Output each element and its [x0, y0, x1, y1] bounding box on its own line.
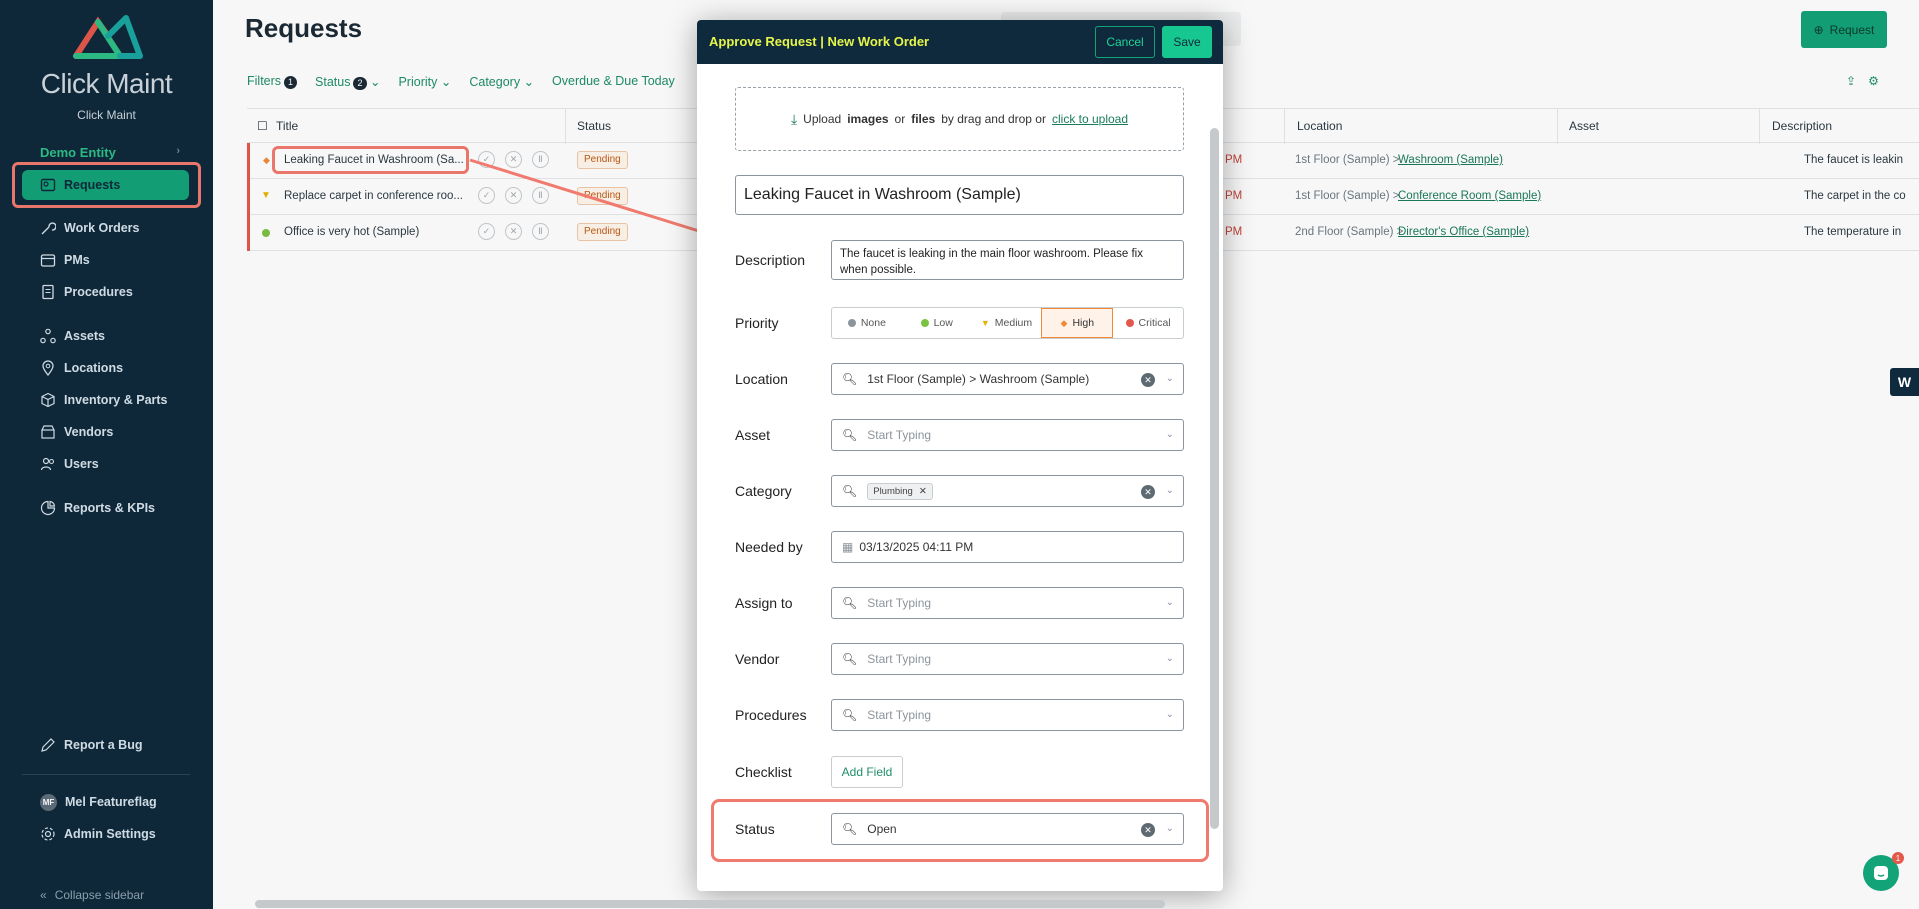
search-icon: 🔍︎ — [842, 484, 858, 498]
category-select[interactable]: 🔍︎ Plumbing ✕ ✕ ⌄ — [831, 475, 1184, 507]
horizontal-scrollbar[interactable] — [255, 900, 1165, 908]
chevron-down-icon: ⌄ — [1165, 653, 1174, 664]
search-icon: 🔍︎ — [842, 652, 858, 666]
asset-label: Asset — [735, 427, 771, 443]
priority-label: Priority — [735, 315, 779, 331]
modal-header: Approve Request | New Work Order Cancel … — [697, 20, 1223, 64]
priority-option-label: Critical — [1138, 317, 1171, 329]
priority-option-label: Low — [933, 317, 953, 329]
assign-to-select[interactable]: 🔍︎ Start Typing ⌄ — [831, 587, 1184, 619]
priority-low[interactable]: Low — [902, 308, 972, 338]
chat-icon — [1874, 866, 1888, 880]
priority-none[interactable]: None — [832, 308, 902, 338]
priority-triangle-icon: ▼ — [980, 318, 990, 328]
priority-dot — [920, 319, 929, 327]
chevron-down-icon: ⌄ — [1165, 485, 1174, 496]
search-icon: 🔍︎ — [842, 596, 858, 610]
needed-by-value: 03/13/2025 04:11 PM — [859, 540, 974, 554]
click-to-upload-link[interactable]: click to upload — [1052, 112, 1128, 126]
vendor-label: Vendor — [735, 651, 780, 667]
priority-critical[interactable]: Critical — [1113, 308, 1183, 338]
location-label: Location — [735, 371, 788, 387]
chevron-down-icon: ⌄ — [1165, 373, 1174, 384]
category-chip-label: Plumbing — [873, 485, 913, 497]
procedures-select[interactable]: 🔍︎ Start Typing ⌄ — [831, 699, 1184, 731]
priority-high[interactable]: ◆ High — [1041, 308, 1114, 338]
chevron-down-icon: ⌄ — [1165, 709, 1174, 720]
approve-request-modal: Approve Request | New Work Order Cancel … — [697, 20, 1223, 891]
clear-icon[interactable]: ✕ — [1141, 373, 1155, 387]
save-button[interactable]: Save — [1162, 26, 1212, 58]
needed-by-datepicker[interactable]: ▦ 03/13/2025 04:11 PM — [831, 531, 1184, 563]
asset-select[interactable]: 🔍︎ Start Typing ⌄ — [831, 419, 1184, 451]
needed-by-label: Needed by — [735, 539, 803, 555]
priority-option-label: High — [1072, 317, 1095, 329]
category-label: Category — [735, 483, 792, 499]
calendar-icon: ▦ — [842, 540, 854, 554]
procedures-placeholder: Start Typing — [867, 708, 932, 722]
assign-to-label: Assign to — [735, 595, 793, 611]
upload-text-or: or — [894, 112, 906, 126]
priority-option-label: Medium — [994, 317, 1033, 329]
upload-text-files: files — [911, 112, 936, 126]
category-chip: Plumbing ✕ — [867, 482, 933, 500]
priority-dot — [1125, 319, 1134, 327]
chevron-down-icon: ⌄ — [1165, 597, 1174, 608]
procedures-label: Procedures — [735, 707, 807, 723]
request-title-input[interactable]: Leaking Faucet in Washroom (Sample) — [735, 175, 1184, 215]
priority-dot — [847, 319, 856, 327]
upload-text-mid: by drag and drop or — [941, 112, 1046, 126]
modal-title: Approve Request | New Work Order — [709, 34, 930, 49]
modal-scrollbar[interactable] — [1210, 128, 1219, 829]
description-textarea[interactable]: The faucet is leaking in the main floor … — [831, 240, 1184, 280]
download-icon: ⤓ — [790, 110, 798, 127]
vendor-placeholder: Start Typing — [867, 652, 932, 666]
clear-icon[interactable]: ✕ — [1141, 485, 1155, 499]
priority-option-label: None — [860, 317, 886, 329]
cancel-button[interactable]: Cancel — [1095, 26, 1155, 58]
remove-chip-icon[interactable]: ✕ — [919, 486, 927, 497]
description-label: Description — [735, 252, 806, 268]
priority-selector: None Low ▼ Medium ◆ High Critical — [831, 307, 1184, 339]
highlight-status-field — [711, 799, 1209, 862]
chevron-down-icon: ⌄ — [1165, 429, 1174, 440]
location-value: 1st Floor (Sample) > Washroom (Sample) — [867, 372, 1090, 386]
w-logo-icon: W — [1897, 374, 1912, 390]
vendor-select[interactable]: 🔍︎ Start Typing ⌄ — [831, 643, 1184, 675]
search-icon: 🔍︎ — [842, 372, 858, 386]
feedback-tab[interactable]: W — [1890, 368, 1919, 396]
upload-text-pre: Upload — [803, 112, 842, 126]
checklist-label: Checklist — [735, 764, 792, 780]
chat-notification-badge: 1 — [1892, 852, 1904, 864]
search-icon: 🔍︎ — [842, 428, 858, 442]
assign-to-placeholder: Start Typing — [867, 596, 932, 610]
upload-text-images: images — [847, 112, 889, 126]
add-field-button[interactable]: Add Field — [831, 756, 903, 788]
file-upload-dropzone[interactable]: ⤓ Upload images or files by drag and dro… — [735, 87, 1184, 151]
search-icon: 🔍︎ — [842, 708, 858, 722]
priority-medium[interactable]: ▼ Medium — [972, 308, 1042, 338]
location-select[interactable]: 🔍︎ 1st Floor (Sample) > Washroom (Sample… — [831, 363, 1184, 395]
priority-diamond-icon: ◆ — [1060, 317, 1068, 328]
asset-placeholder: Start Typing — [867, 428, 932, 442]
